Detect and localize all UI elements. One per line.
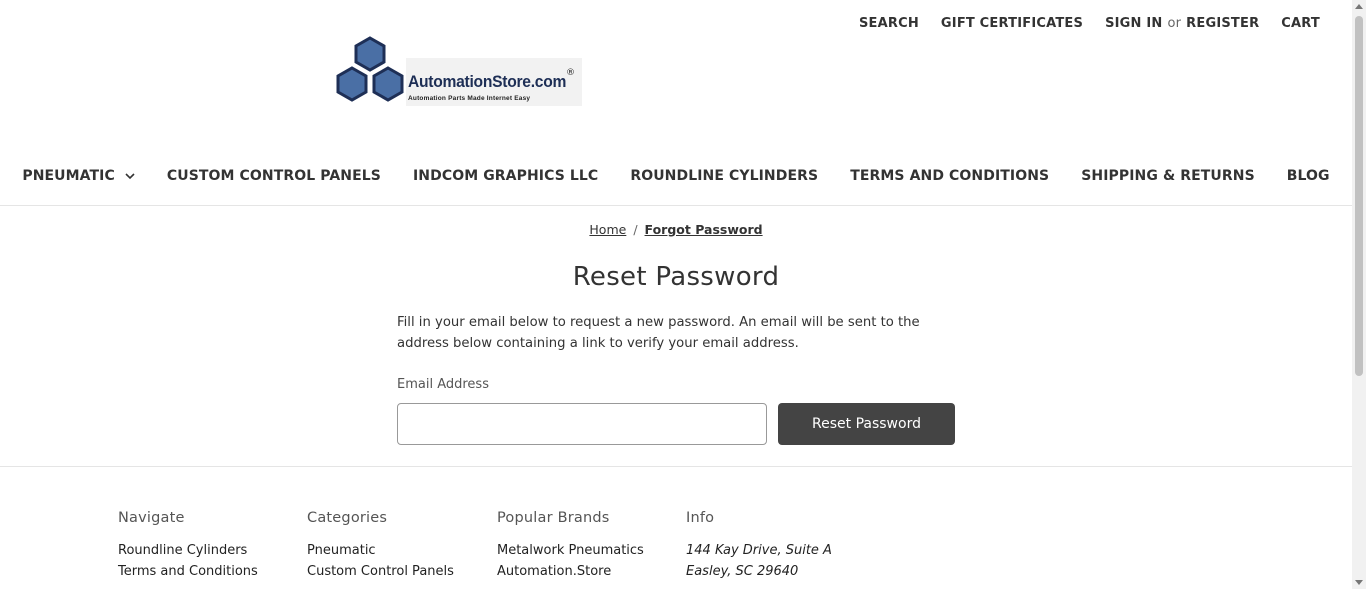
or-text: or xyxy=(1167,16,1182,31)
breadcrumb-home-link[interactable]: Home xyxy=(589,222,626,237)
sign-in-link[interactable]: SIGN IN xyxy=(1105,16,1162,31)
store-logo[interactable]: AutomationStore.com ® Automation Parts M… xyxy=(334,36,584,108)
footer-link[interactable]: Custom Control Panels xyxy=(307,561,454,582)
scroll-down-arrow-icon[interactable] xyxy=(1355,580,1363,585)
footer-link[interactable]: Roundline Cylinders xyxy=(118,540,258,561)
register-link[interactable]: REGISTER xyxy=(1186,16,1259,31)
nav-item-terms-and-conditions[interactable]: TERMS AND CONDITIONS xyxy=(850,168,1049,184)
nav-item-blog[interactable]: BLOG xyxy=(1287,168,1330,184)
intro-text: Fill in your email below to request a ne… xyxy=(397,315,920,351)
footer-divider xyxy=(0,466,1352,467)
nav-item-label: PNEUMATIC xyxy=(22,168,115,184)
footer-info: Info 144 Kay Drive, Suite A Easley, SC 2… xyxy=(686,510,832,582)
footer-heading: Popular Brands xyxy=(497,510,610,526)
page-scrollbar[interactable] xyxy=(1352,0,1366,589)
footer-heading: Info xyxy=(686,510,715,526)
address-line: 144 Kay Drive, Suite A xyxy=(686,543,832,558)
search-link[interactable]: SEARCH xyxy=(859,16,919,31)
breadcrumb-current-link[interactable]: Forgot Password xyxy=(645,222,763,237)
nav-item-pneumatic[interactable]: PNEUMATIC xyxy=(22,168,135,184)
main-navigation: PNEUMATIC CUSTOM CONTROL PANELS INDCOM G… xyxy=(0,168,1352,184)
nav-item-indcom-graphics[interactable]: INDCOM GRAPHICS LLC xyxy=(413,168,598,184)
breadcrumb: Home / Forgot Password xyxy=(0,222,1352,237)
hexagon-logo-icon xyxy=(336,36,404,102)
reset-password-button[interactable]: Reset Password xyxy=(778,403,955,445)
footer-categories: Categories Pneumatic Custom Control Pane… xyxy=(307,510,454,582)
chevron-down-icon xyxy=(125,172,135,179)
footer-link[interactable]: Automation.Store xyxy=(497,561,644,582)
nav-item-shipping-returns[interactable]: SHIPPING & RETURNS xyxy=(1081,168,1255,184)
scroll-up-arrow-icon[interactable] xyxy=(1355,4,1363,9)
email-field[interactable] xyxy=(397,403,767,445)
footer-link[interactable]: Terms and Conditions xyxy=(118,561,258,582)
breadcrumb-separator: / xyxy=(633,222,638,237)
logo-tagline: Automation Parts Made Internet Easy xyxy=(408,95,531,102)
footer-link[interactable]: Metalwork Pneumatics xyxy=(497,540,644,561)
nav-divider xyxy=(0,205,1352,206)
address-line: Easley, SC 29640 xyxy=(686,564,799,579)
gift-certificates-link[interactable]: GIFT CERTIFICATES xyxy=(941,16,1083,31)
account-links: SIGN IN or REGISTER xyxy=(1105,16,1259,31)
utility-nav: SEARCH GIFT CERTIFICATES SIGN IN or REGI… xyxy=(837,16,1320,31)
logo-wordmark: AutomationStore.com xyxy=(408,72,567,91)
footer-brands: Popular Brands Metalwork Pneumatics Auto… xyxy=(497,510,644,582)
cart-link[interactable]: CART xyxy=(1281,16,1320,31)
scroll-thumb[interactable] xyxy=(1355,16,1363,376)
nav-item-roundline-cylinders[interactable]: ROUNDLINE CYLINDERS xyxy=(630,168,818,184)
email-label: Email Address xyxy=(397,377,489,392)
page-title: Reset Password xyxy=(572,262,780,292)
footer-heading: Navigate xyxy=(118,510,185,526)
footer-heading: Categories xyxy=(307,510,388,526)
footer-link[interactable]: Pneumatic xyxy=(307,540,454,561)
footer-navigate: Navigate Roundline Cylinders Terms and C… xyxy=(118,510,258,582)
nav-item-custom-control-panels[interactable]: CUSTOM CONTROL PANELS xyxy=(167,168,381,184)
registered-mark: ® xyxy=(566,68,575,78)
